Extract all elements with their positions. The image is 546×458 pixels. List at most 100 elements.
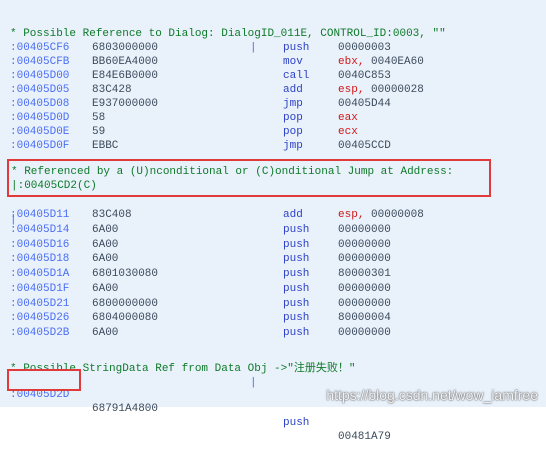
mnemonic: push	[283, 268, 310, 280]
jump-reference-comment: * Referenced by a (U)nconditional or (C)…	[11, 166, 454, 178]
mnemonic: pop	[283, 126, 303, 138]
operand-value: 00000028	[371, 84, 424, 96]
opcode-bytes: 59	[92, 126, 106, 138]
operand: 80000301	[338, 267, 391, 281]
register: esp	[338, 209, 358, 221]
operand-value: 00000000	[338, 282, 391, 295]
jump-reference-address[interactable]: |:00405CD2(C)	[11, 179, 97, 193]
opcode-bytes: 83C408	[92, 209, 132, 221]
opcode-bytes: 83C428	[92, 84, 132, 96]
address[interactable]: :00405D14	[10, 223, 69, 237]
address[interactable]: :00405D00	[10, 69, 69, 83]
mnemonic: call	[283, 70, 310, 82]
opcode-bytes: EBBC	[92, 140, 119, 152]
opcode-bytes: 6A00	[92, 238, 119, 251]
mnemonic: push	[283, 417, 310, 429]
instruction-row[interactable]: :00405D0F EBBC jmp 00405CCD	[0, 139, 546, 153]
operand: esp, 00000028	[338, 83, 424, 97]
mnemonic: jmp	[283, 98, 303, 110]
operand-value: 80000004	[338, 312, 391, 325]
mnemonic: push	[283, 42, 310, 54]
operand: 00481A79	[338, 431, 391, 443]
opcode-bytes: 6A00	[92, 327, 119, 339]
instruction-row[interactable]: :00405D0E 59 pop ecx	[0, 125, 546, 139]
operand-value: 00000000	[338, 223, 391, 236]
operand-value: 00405D44	[338, 98, 391, 110]
address[interactable]: :00405D16	[10, 238, 69, 252]
register: esp	[338, 84, 358, 96]
operand: 00000003	[338, 41, 391, 55]
operand: 00000000	[338, 238, 391, 252]
operand: 00000000	[338, 326, 391, 340]
operand-value: 0040EA60	[371, 56, 424, 68]
address[interactable]: :00405D2B	[10, 326, 69, 340]
operand-value: 00000000	[338, 253, 391, 266]
address[interactable]: :00405D1F	[10, 282, 69, 296]
opcode-bytes: 6A00	[92, 282, 119, 295]
operand: 80000004	[338, 311, 391, 325]
instruction-row[interactable]: :00405D21 6800000000 push 00000000	[0, 297, 546, 311]
operand: 00405D44	[338, 97, 391, 111]
mnemonic: push	[283, 312, 310, 325]
instruction-row[interactable]: :00405D26 6804000080 push 80000004	[0, 311, 546, 325]
operand-value: 00000000	[338, 297, 391, 310]
instruction-row[interactable]: :00405CF6 6803000000 push 00000003	[0, 41, 546, 55]
instruction-row[interactable]: :00405D2B 6A00 push 00000000	[0, 326, 546, 340]
instruction-row[interactable]: :00405D1A 6801030080 push 80000301	[0, 267, 546, 281]
operand-value: 00405CCD	[338, 140, 391, 152]
instruction-row[interactable]: :00405D05 83C428 add esp, 00000028	[0, 83, 546, 97]
address[interactable]: :00405D0F	[10, 139, 69, 153]
address[interactable]: :00405D1A	[10, 267, 69, 281]
opcode-bytes: 6A00	[92, 253, 119, 266]
instruction-row[interactable]: :00405D11 83C408 add esp, 00000008	[0, 208, 546, 222]
address[interactable]: :00405D0E	[10, 125, 69, 139]
operand-separator: ,	[357, 56, 365, 68]
address[interactable]: :00405D08	[10, 97, 69, 111]
instruction-row[interactable]: :00405D0D 58 pop eax	[0, 111, 546, 125]
mnemonic: push	[283, 327, 310, 339]
instruction-row[interactable]: :00405D16 6A00 push 00000000	[0, 238, 546, 252]
operand-value: 00000000	[338, 327, 391, 339]
opcode-bytes: 6A00	[92, 223, 119, 236]
mnemonic: push	[283, 223, 310, 236]
operand: 00000000	[338, 282, 391, 296]
mnemonic: jmp	[283, 140, 303, 152]
mnemonic: push	[283, 282, 310, 295]
instruction-row[interactable]: :00405D1F 6A00 push 00000000	[0, 282, 546, 296]
mnemonic: push	[283, 253, 310, 266]
opcode-bytes: 6801030080	[92, 268, 159, 280]
instruction-row[interactable]: :00405D2D 68791A4800 push 00481A79	[0, 374, 546, 443]
address[interactable]: :00405D21	[10, 297, 69, 311]
mnemonic: pop	[283, 112, 303, 124]
operand-value: 0040C853	[338, 70, 391, 82]
address[interactable]: :00405D11	[10, 208, 69, 222]
instruction-row[interactable]: :00405CFB BB60EA4000 mov ebx, 0040EA60	[0, 55, 546, 69]
flow-pipe: |	[250, 42, 257, 54]
instruction-row[interactable]: :00405D08 E937000000 jmp 00405D44	[0, 97, 546, 111]
operand-value: 00000008	[371, 209, 424, 221]
instruction-row[interactable]: :00405D18 6A00 push 00000000	[0, 252, 546, 266]
operand: 00405CCD	[338, 139, 391, 153]
opcode-bytes: 6804000080	[92, 312, 159, 325]
operand-value: 00000003	[338, 42, 391, 54]
operand: esp, 00000008	[338, 208, 424, 222]
operand-value: 00000000	[338, 238, 391, 251]
opcode-bytes: 58	[92, 112, 106, 124]
address[interactable]: :00405D26	[10, 311, 69, 325]
register: ecx	[338, 126, 358, 138]
address[interactable]: :00405D0D	[10, 111, 69, 125]
opcode-bytes: 6803000000	[92, 42, 159, 54]
address[interactable]: :00405CF6	[10, 41, 69, 55]
operand: 00000000	[338, 223, 391, 237]
opcode-bytes: 68791A4800	[92, 403, 159, 415]
address[interactable]: :00405D05	[10, 83, 69, 97]
address[interactable]: :00405D18	[10, 252, 69, 266]
jump-reference-highlight: * Referenced by a (U)nconditional or (C)…	[7, 159, 491, 197]
instruction-row[interactable]: :00405D14 6A00 push 00000000	[0, 223, 546, 237]
operand: eax	[338, 111, 358, 125]
dialog-reference-comment: * Possible Reference to Dialog: DialogID…	[0, 13, 546, 40]
operand-separator: ,	[357, 209, 365, 221]
disassembly-view[interactable]: * Possible Reference to Dialog: DialogID…	[0, 0, 546, 443]
instruction-row[interactable]: :00405D00 E84E6B0000 call 0040C853	[0, 69, 546, 83]
address[interactable]: :00405CFB	[10, 55, 69, 69]
